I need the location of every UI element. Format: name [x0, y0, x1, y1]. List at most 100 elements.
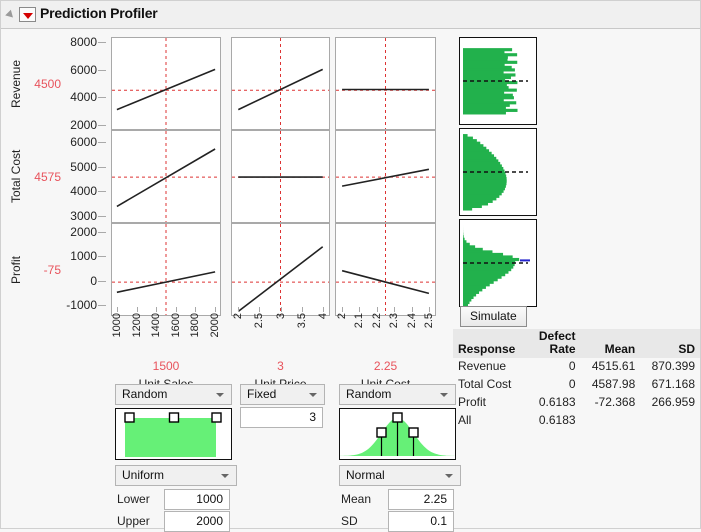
x-tick-mark [195, 307, 196, 312]
distribution-select-unit-cost-value: Normal [346, 468, 385, 482]
y-tick-mark [98, 142, 106, 143]
x-tick-label: 1400 [150, 313, 162, 337]
x-tick-mark [377, 307, 378, 312]
current-response-value-total-cost[interactable]: 4575 [34, 170, 61, 184]
current-factor-value-unit-cost[interactable]: 2.25 [336, 359, 435, 373]
triangle-collapse-icon[interactable] [5, 10, 16, 21]
x-tick-mark [394, 307, 395, 312]
prediction-profiler-window: Prediction Profiler Revenue4500800060004… [0, 0, 701, 529]
y-tick-label: 8000 [70, 35, 97, 49]
profiler-cell-total-cost-unit-sales[interactable] [111, 130, 221, 223]
profiler-row-profit [111, 223, 441, 316]
y-tick-mark [98, 256, 106, 257]
cell-sd: 266.959 [640, 394, 700, 412]
distribution-preview-unit-sales[interactable] [115, 408, 232, 460]
table-row[interactable]: Revenue04515.61870.399 [453, 358, 700, 376]
cell-defect-rate: 0.6183 [528, 412, 580, 430]
cell-defect-rate: 0 [528, 376, 580, 394]
mode-select-unit-price-value: Fixed [247, 387, 276, 401]
profiler-cell-revenue-unit-sales[interactable] [111, 37, 221, 130]
y-tick-label: 4000 [70, 184, 97, 198]
simulate-button[interactable]: Simulate [460, 306, 527, 327]
y-tick-label: 6000 [70, 63, 97, 77]
y-tick-label: 2000 [70, 225, 97, 239]
cell-sd: 870.399 [640, 358, 700, 376]
cell-mean: 4515.61 [581, 358, 641, 376]
cell-defect-rate: 0 [528, 358, 580, 376]
histogram-revenue[interactable] [459, 37, 537, 125]
profiler-cell-total-cost-unit-price[interactable] [231, 130, 330, 223]
y-tick-mark [98, 232, 106, 233]
distribution-preview-unit-cost[interactable] [339, 408, 456, 460]
window-titlebar: Prediction Profiler [1, 1, 700, 29]
mode-select-unit-cost-value: Random [346, 387, 391, 401]
histogram-total-cost[interactable] [459, 128, 537, 216]
distribution-select-unit-sales-value: Uniform [122, 468, 164, 482]
x-tick-label: 1800 [189, 313, 201, 337]
col-header-response: Response [453, 329, 528, 358]
x-tick-label: 1600 [170, 313, 182, 337]
y-axis-label-total-cost: Total Cost [9, 134, 25, 219]
chevron-down-icon [216, 393, 224, 397]
x-tick-mark [342, 307, 343, 312]
fixed-value-input-unit-price[interactable]: 3 [240, 407, 323, 428]
cell-sd: 671.168 [640, 376, 700, 394]
simulation-results-table: Response Defect Rate Mean SD Revenue0451… [453, 329, 700, 430]
chevron-down-icon [309, 393, 317, 397]
y-tick-mark [98, 167, 106, 168]
x-tick-label: 2 [232, 313, 244, 319]
current-factor-value-unit-price[interactable]: 3 [232, 359, 329, 373]
x-tick-label: 1000 [111, 313, 123, 337]
col-header-defect-rate: Defect Rate [528, 329, 580, 358]
profiler-row-revenue [111, 37, 441, 130]
profiler-cell-profit-unit-price[interactable] [231, 223, 330, 316]
y-tick-label: 2000 [70, 118, 97, 132]
col-header-mean: Mean [581, 329, 641, 358]
mode-select-unit-price[interactable]: Fixed [240, 384, 325, 405]
table-row[interactable]: Profit0.6183-72.368266.959 [453, 394, 700, 412]
mode-select-unit-cost[interactable]: Random [339, 384, 456, 405]
y-tick-mark [98, 216, 106, 217]
profiler-cell-profit-unit-sales[interactable] [111, 223, 221, 316]
table-row[interactable]: All0.6183 [453, 412, 700, 430]
profiler-cell-total-cost-unit-cost[interactable] [335, 130, 436, 223]
col-header-sd: SD [640, 329, 700, 358]
profiler-row-total-cost [111, 130, 441, 223]
x-tick-mark [156, 307, 157, 312]
y-tick-mark [98, 70, 106, 71]
current-response-value-profit[interactable]: -75 [44, 263, 61, 277]
param-input-unit-cost-mean[interactable]: 2.25 [388, 489, 454, 510]
x-tick-label: 3.5 [296, 313, 308, 328]
x-tick-mark [323, 307, 324, 312]
y-tick-label: 6000 [70, 135, 97, 149]
distribution-select-unit-cost[interactable]: Normal [339, 465, 461, 486]
param-input-unit-sales-lower[interactable]: 1000 [164, 489, 230, 510]
red-dropdown-arrow-icon[interactable] [19, 7, 36, 22]
x-tick-label: 2.1 [353, 313, 365, 328]
cell-mean: -72.368 [581, 394, 641, 412]
x-tick-label: 4 [317, 313, 329, 319]
profiler-cell-revenue-unit-cost[interactable] [335, 37, 436, 130]
current-response-value-revenue[interactable]: 4500 [34, 77, 61, 91]
x-tick-label: 2.4 [406, 313, 418, 328]
chevron-down-icon [221, 474, 229, 478]
y-tick-mark [98, 97, 106, 98]
cell-defect-rate: 0.6183 [528, 394, 580, 412]
defect-line2: Rate [533, 343, 575, 356]
y-tick-label: 5000 [70, 160, 97, 174]
x-tick-mark [281, 307, 282, 312]
mode-select-unit-sales[interactable]: Random [115, 384, 232, 405]
distribution-select-unit-sales[interactable]: Uniform [115, 465, 237, 486]
table-row[interactable]: Total Cost04587.98671.168 [453, 376, 700, 394]
y-tick-mark [98, 125, 106, 126]
current-factor-value-unit-sales[interactable]: 1500 [112, 359, 220, 373]
profiler-cell-profit-unit-cost[interactable] [335, 223, 436, 316]
y-tick-label: 4000 [70, 90, 97, 104]
histogram-profit[interactable] [459, 219, 537, 307]
chevron-down-icon [440, 393, 448, 397]
x-tick-mark [176, 307, 177, 312]
profiler-cell-revenue-unit-price[interactable] [231, 37, 330, 130]
cell-mean [581, 412, 641, 430]
cell-mean: 4587.98 [581, 376, 641, 394]
param-label-unit-cost-mean: Mean [341, 489, 371, 510]
